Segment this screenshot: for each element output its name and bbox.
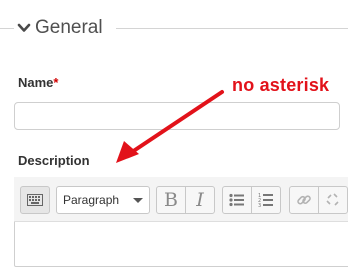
svg-text:3: 3	[258, 203, 261, 208]
format-select-value: Paragraph	[63, 193, 120, 207]
ordered-list-button[interactable]: 1 2 3	[251, 186, 281, 214]
toolbar-toggle-button[interactable]	[20, 186, 50, 214]
chevron-down-icon	[17, 23, 31, 32]
required-asterisk: *	[53, 75, 59, 90]
section-header-general[interactable]: General	[17, 16, 103, 40]
bold-icon: B	[164, 189, 178, 211]
link-button[interactable]	[289, 186, 319, 214]
name-label-text: Name	[18, 75, 54, 90]
name-input[interactable]	[14, 102, 340, 130]
annotation-text: no asterisk	[232, 75, 330, 95]
format-select[interactable]: Paragraph	[56, 186, 150, 214]
italic-icon: I	[196, 189, 204, 211]
link-icon	[297, 195, 311, 205]
bold-button[interactable]: B	[156, 186, 186, 214]
italic-button[interactable]: I	[185, 186, 215, 214]
fieldset-border-right	[116, 28, 348, 29]
unlink-button[interactable]	[318, 186, 348, 214]
unlink-icon	[326, 193, 339, 206]
caret-down-icon	[133, 198, 143, 203]
name-label: Name*	[18, 75, 58, 90]
fieldset-border-left	[0, 28, 14, 29]
section-title: General	[35, 17, 103, 38]
numbered-list-icon: 1 2 3	[258, 193, 273, 208]
editor-toolbar: Paragraph B I 1 2 3	[14, 177, 348, 222]
description-label: Description	[18, 153, 90, 168]
bullet-list-icon	[229, 193, 244, 207]
unordered-list-button[interactable]	[222, 186, 252, 214]
keyboard-icon	[27, 194, 43, 206]
